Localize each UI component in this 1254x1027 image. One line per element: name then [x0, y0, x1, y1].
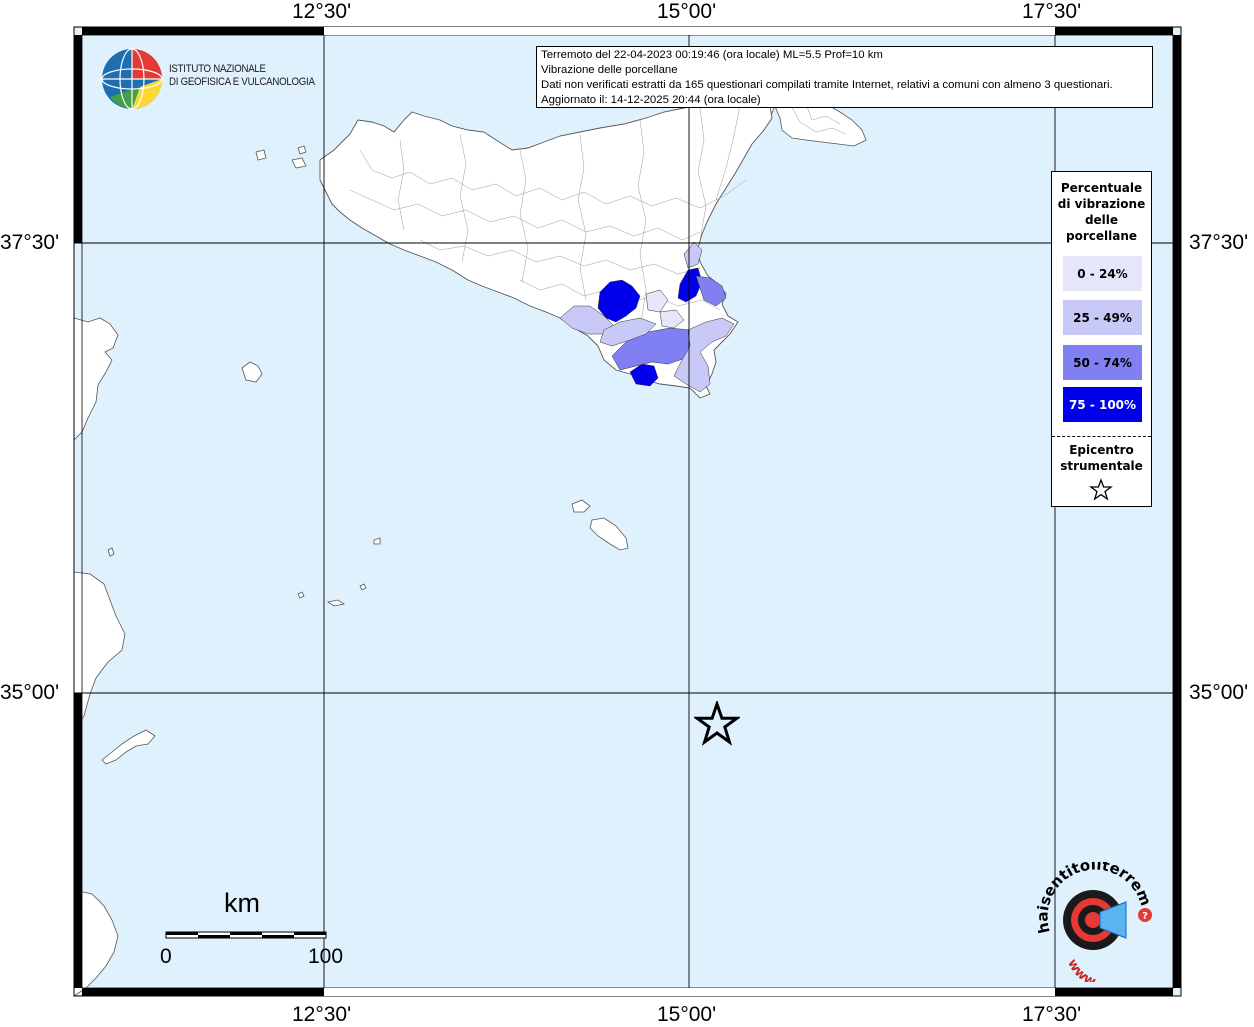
grid-label-bottom-1: 12°30'	[292, 1003, 352, 1026]
grid-label-top-2: 15°00'	[657, 0, 717, 23]
grid-label-right-2: 35°00'	[1189, 681, 1249, 704]
legend-title-line: Percentuale	[1060, 181, 1143, 195]
ingv-name-line2: DI GEOFISICA E VULCANOLOGIA	[169, 76, 315, 88]
grid-label-bottom-2: 15°00'	[657, 1003, 717, 1026]
ingv-logo-icon	[101, 48, 163, 110]
epicenter-star-icon	[694, 701, 740, 746]
legend-box: Percentuale di vibrazione delle porcella…	[1051, 171, 1152, 507]
legend-epicenter-label: Epicentro strumentale	[1052, 442, 1151, 474]
ingv-name: ISTITUTO NAZIONALE DI GEOFISICA E VULCAN…	[169, 63, 315, 89]
star-outline-icon	[1089, 478, 1113, 501]
info-line-parameter: Vibrazione delle porcellane	[541, 64, 678, 76]
legend-title: Percentuale di vibrazione delle porcella…	[1052, 180, 1151, 244]
legend-epicenter-line: strumentale	[1060, 459, 1143, 473]
info-line-updated: Aggiornato il: 14-12-2025 20:44 (ora loc…	[541, 94, 761, 106]
grid-label-left-1: 37°30'	[0, 231, 60, 254]
scale-min-label: 0	[160, 945, 172, 968]
speaker-target-icon: haisentitoilterremoto.it www. ?	[1028, 862, 1155, 982]
grid-label-top-3: 17°30'	[1022, 0, 1082, 23]
legend-separator	[1052, 436, 1151, 437]
legend-item-3: 75 - 100%	[1063, 387, 1142, 422]
brand-www: www.	[1064, 957, 1100, 982]
scale-bar	[165, 931, 327, 939]
info-line-event: Terremoto del 22-04-2023 00:19:46 (ora l…	[541, 49, 883, 61]
legend-title-line: di vibrazione	[1057, 197, 1146, 211]
scale-max-label: 100	[308, 945, 344, 968]
legend-item-0: 0 - 24%	[1063, 256, 1142, 291]
earthquake-info-box: Terremoto del 22-04-2023 00:19:46 (ora l…	[536, 46, 1153, 108]
legend-item-2: 50 - 74%	[1063, 345, 1142, 380]
grid-label-bottom-3: 17°30'	[1022, 1003, 1082, 1026]
legend-epicenter-line: Epicentro	[1069, 443, 1134, 457]
grid-label-left-2: 35°00'	[0, 681, 60, 704]
info-line-source: Dati non verificati estratti da 165 ques…	[541, 79, 1113, 91]
grid-label-right-1: 37°30'	[1189, 231, 1249, 254]
svg-text:www.: www.	[1064, 957, 1100, 982]
scale-unit-label: km	[224, 888, 260, 918]
egadi-island-3	[297, 145, 307, 155]
grid-label-top-1: 12°30'	[292, 0, 352, 23]
ingv-name-line1: ISTITUTO NAZIONALE	[169, 63, 266, 75]
svg-text:?: ?	[1142, 911, 1148, 922]
egadi-island-1	[255, 149, 267, 161]
legend-title-line: delle	[1084, 213, 1119, 227]
legend-item-1: 25 - 49%	[1063, 300, 1142, 335]
legend-title-line: porcellane	[1065, 229, 1137, 243]
